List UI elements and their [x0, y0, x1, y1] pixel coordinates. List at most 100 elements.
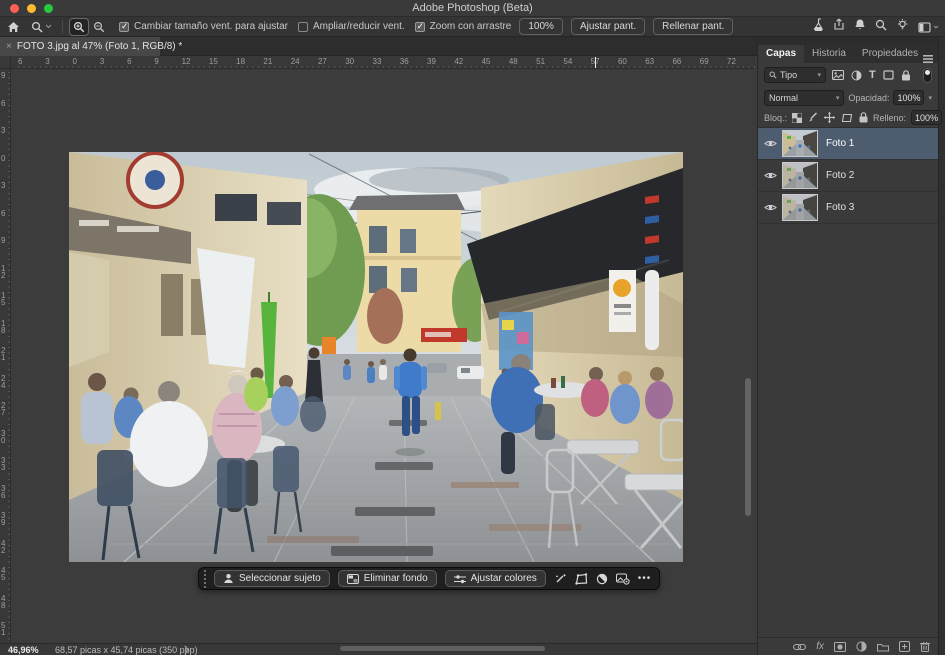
adjust-colors-label: Ajustar colores — [471, 573, 537, 584]
layer-row-foto-2[interactable]: Foto 2 — [758, 160, 938, 192]
layer-filter-row: Tipo ▾ T — [758, 63, 938, 87]
opacity-label: Opacidad: — [848, 93, 889, 103]
smart-object-filter-icon[interactable] — [901, 70, 911, 81]
zoom-out-button[interactable] — [90, 19, 108, 35]
layer-mask-icon[interactable] — [834, 642, 846, 652]
ruler-number: 39 — [427, 57, 436, 66]
magic-wand-icon[interactable] — [554, 572, 567, 585]
layer-row-foto-1[interactable]: Foto 1 — [758, 128, 938, 160]
image-settings-icon[interactable] — [616, 573, 630, 585]
adjustment-icon[interactable] — [596, 573, 608, 585]
remove-background-label: Eliminar fondo — [364, 573, 428, 584]
filter-toggle-switch[interactable] — [923, 68, 932, 83]
status-chevron-icon[interactable]: ❯ — [183, 645, 190, 654]
zoom-all-windows-checkbox-group[interactable]: Ampliar/reducir vent. — [298, 21, 405, 32]
bell-icon[interactable] — [854, 18, 866, 36]
ruler-number: 36 — [1, 485, 5, 499]
fit-screen-button[interactable]: Ajustar pant. — [571, 18, 645, 35]
document-tab[interactable]: × FOTO 3.jpg al 47% (Foto 1, RGB/8) * — [0, 37, 160, 56]
layer-name[interactable]: Foto 3 — [826, 202, 854, 213]
chevron-down-icon[interactable]: ▾ — [928, 94, 932, 102]
layer-thumbnail[interactable] — [782, 162, 818, 189]
street-photo-illustration — [69, 152, 683, 562]
canvas-horizontal-scrollbar[interactable] — [340, 646, 545, 651]
new-layer-icon[interactable] — [899, 641, 910, 652]
opacity-field[interactable]: 100% — [893, 90, 924, 105]
horizontal-ruler[interactable]: 6303691215182124273033363942454851545760… — [11, 56, 755, 69]
delete-layer-trash-icon[interactable] — [920, 641, 930, 652]
scrubby-zoom-checkbox-group[interactable]: Zoom con arrastre — [415, 21, 512, 32]
canvas-photo[interactable] — [69, 152, 683, 562]
person-icon — [223, 573, 234, 584]
adjustment-layer-filter-icon[interactable] — [851, 70, 862, 81]
zoom-all-windows-checkbox[interactable] — [298, 22, 308, 32]
share-icon[interactable] — [833, 18, 845, 36]
fill-label: Relleno: — [873, 113, 906, 123]
tab-historia[interactable]: Historia — [804, 45, 854, 63]
zoom-in-button[interactable] — [70, 19, 88, 35]
document-tab-bar: × FOTO 3.jpg al 47% (Foto 1, RGB/8) * — [0, 37, 757, 56]
remove-background-button[interactable]: Eliminar fondo — [338, 570, 437, 587]
transform-icon[interactable] — [575, 573, 588, 585]
ruler-number: 18 — [1, 320, 5, 334]
visibility-eye-icon[interactable] — [758, 171, 782, 180]
new-group-folder-icon[interactable] — [877, 642, 889, 652]
fill-value: 100% — [915, 113, 938, 123]
type-layer-filter-icon[interactable]: T — [869, 70, 876, 81]
panel-menu-icon[interactable] — [923, 50, 933, 68]
canvas-vertical-scrollbar[interactable] — [745, 378, 751, 516]
layer-thumbnail[interactable] — [782, 130, 818, 157]
taskbar-drag-handle-icon[interactable] — [204, 570, 206, 588]
ruler-number: 48 — [509, 57, 518, 66]
ruler-number: 15 — [209, 57, 218, 66]
layer-thumbnail[interactable] — [782, 194, 818, 221]
lock-position-icon[interactable] — [824, 112, 835, 123]
layer-style-fx-icon[interactable]: fx — [816, 641, 824, 652]
pixel-layer-filter-icon[interactable] — [832, 70, 844, 80]
zoom-100-button[interactable]: 100% — [519, 18, 563, 35]
select-subject-button[interactable]: Seleccionar sujeto — [214, 570, 330, 587]
ruler-number: 12 — [1, 265, 5, 279]
ruler-number: 0 — [1, 155, 5, 162]
scrubby-zoom-checkbox[interactable] — [415, 22, 425, 32]
ruler-number: 9 — [1, 237, 5, 244]
discover-lightbulb-icon[interactable] — [896, 18, 909, 36]
link-layers-icon[interactable] — [793, 643, 806, 651]
scrubby-zoom-label: Zoom con arrastre — [430, 21, 512, 32]
lock-all-icon[interactable] — [859, 112, 868, 123]
zoom-level-field[interactable]: 46,96% — [8, 645, 39, 655]
layer-name[interactable]: Foto 1 — [826, 138, 854, 149]
more-options-icon[interactable]: ••• — [638, 573, 652, 584]
zoom-tool-icon[interactable] — [26, 18, 56, 36]
home-icon[interactable] — [0, 18, 26, 36]
resize-window-checkbox[interactable] — [119, 22, 129, 32]
search-icon[interactable] — [875, 18, 887, 36]
fill-screen-button[interactable]: Rellenar pant. — [653, 18, 733, 35]
lock-transparency-icon[interactable] — [792, 113, 802, 123]
beta-flask-icon[interactable] — [812, 18, 824, 36]
blend-mode-dropdown[interactable]: Normal ▾ — [764, 90, 844, 106]
visibility-eye-icon[interactable] — [758, 203, 782, 212]
adjustment-layer-icon[interactable] — [856, 641, 867, 652]
lock-pixels-brush-icon[interactable] — [808, 112, 818, 123]
tab-propiedades[interactable]: Propiedades — [854, 45, 926, 63]
layer-row-foto-3[interactable]: Foto 3 — [758, 192, 938, 224]
filter-type-dropdown[interactable]: Tipo ▾ — [764, 67, 826, 83]
ruler-number: 51 — [536, 57, 545, 66]
shape-layer-filter-icon[interactable] — [883, 70, 894, 80]
visibility-eye-icon[interactable] — [758, 139, 782, 148]
vertical-ruler[interactable]: 96303691215182124273033363942454851 — [0, 69, 11, 643]
ruler-number: 33 — [373, 57, 382, 66]
layer-name[interactable]: Foto 2 — [826, 170, 854, 181]
chevron-down-icon — [933, 25, 939, 29]
ruler-number: 24 — [1, 375, 5, 389]
chevron-down-icon — [45, 24, 52, 29]
close-tab-icon[interactable]: × — [6, 41, 12, 52]
workspace-switcher-icon[interactable] — [918, 22, 939, 33]
panel-tabs: Capas Historia Propiedades — [758, 45, 938, 63]
fill-field[interactable]: 100% — [911, 110, 942, 125]
adjust-colors-button[interactable]: Ajustar colores — [445, 570, 546, 587]
lock-artboard-icon[interactable] — [841, 113, 853, 123]
resize-window-checkbox-group[interactable]: Cambiar tamaño vent. para ajustar — [119, 21, 288, 32]
tab-capas[interactable]: Capas — [758, 45, 804, 63]
